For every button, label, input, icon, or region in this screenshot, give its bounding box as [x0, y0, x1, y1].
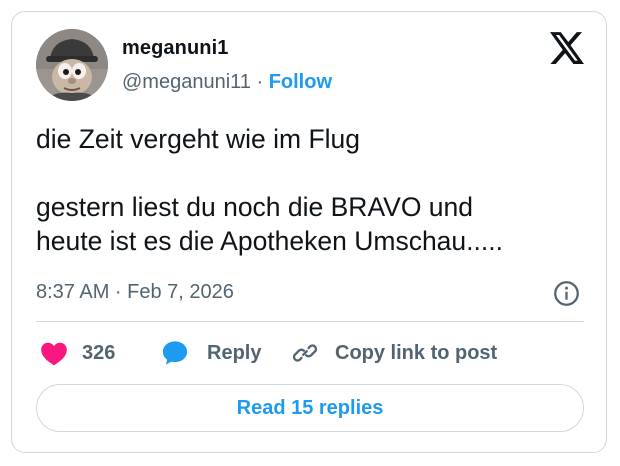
reply-button[interactable]: Reply [161, 339, 261, 367]
handle-row: @meganuni11 · Follow [122, 71, 332, 94]
handle[interactable]: @meganuni11 [122, 71, 251, 93]
handle-separator: · [250, 71, 269, 93]
follow-link[interactable]: Follow [269, 71, 332, 93]
copy-link-label: Copy link to post [335, 341, 498, 364]
read-replies-label: Read 15 replies [236, 396, 384, 419]
speech-bubble-icon [162, 341, 188, 365]
heart-icon [41, 342, 67, 366]
read-replies-button[interactable]: Read 15 replies [36, 384, 584, 432]
divider [36, 321, 584, 322]
timestamp[interactable]: 8:37 AM · Feb 7, 2026 [36, 281, 234, 304]
like-count: 326 [82, 341, 116, 364]
tweet-card: meganuni1 @meganuni11 · Follow die Zeit … [11, 11, 607, 453]
like-button[interactable]: 326 [40, 339, 115, 367]
avatar-image [36, 29, 108, 101]
copy-link-button[interactable]: Copy link to post [291, 339, 497, 367]
avatar[interactable] [36, 29, 108, 101]
info-icon[interactable] [553, 280, 580, 307]
tweet-text: die Zeit vergeht wie im Flug gestern lie… [36, 124, 503, 256]
display-name[interactable]: meganuni1 [122, 37, 228, 60]
x-logo-icon[interactable] [550, 32, 584, 64]
link-icon [292, 344, 318, 362]
reply-label: Reply [207, 341, 262, 364]
